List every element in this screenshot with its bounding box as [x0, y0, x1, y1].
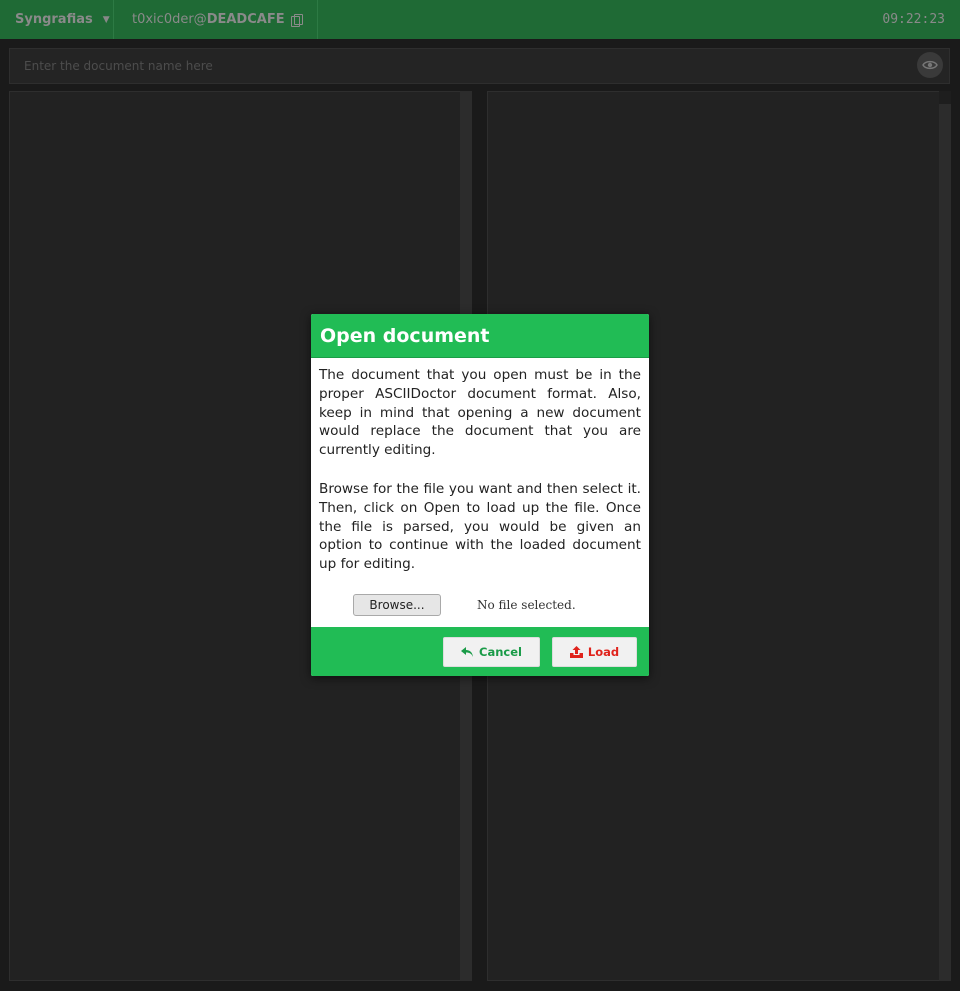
instructions-format: The document that you open must be in th…: [319, 367, 641, 459]
dialog-title: Open document: [311, 314, 649, 358]
load-button[interactable]: Load: [552, 637, 637, 667]
username: t0xic0der@: [132, 12, 207, 27]
undo-icon: [461, 646, 474, 657]
file-input: Browse... No file selected.: [319, 592, 641, 618]
cancel-button[interactable]: Cancel: [443, 637, 540, 667]
open-document-dialog: Open document The document that you open…: [311, 314, 649, 676]
preview-scrollbar[interactable]: [939, 104, 951, 981]
document-name-input[interactable]: [10, 49, 900, 83]
top-navbar: Syngrafias ▼ t0xic0der@ DEADCAFE 09:22:23: [0, 0, 960, 39]
preview-scrollbar-cap: [939, 91, 951, 104]
eye-icon: [922, 60, 938, 70]
app-menu[interactable]: Syngrafias ▼: [0, 0, 114, 39]
chevron-down-icon: ▼: [102, 14, 110, 25]
upload-icon: [569, 646, 583, 658]
copy-icon[interactable]: [290, 13, 303, 27]
load-label: Load: [587, 645, 620, 659]
preview-toggle-button[interactable]: [917, 52, 943, 78]
instructions-browse: Browse for the file you want and then se…: [319, 480, 641, 573]
document-title-bar: [9, 48, 950, 84]
hostname: DEADCAFE: [206, 12, 285, 27]
dialog-footer: Cancel Load: [311, 627, 649, 676]
app-name: Syngrafias: [15, 12, 93, 27]
user-identity[interactable]: t0xic0der@ DEADCAFE: [114, 0, 318, 39]
file-status: No file selected.: [477, 597, 576, 612]
clock: 09:22:23: [882, 12, 945, 27]
cancel-label: Cancel: [479, 645, 522, 659]
dialog-body: The document that you open must be in th…: [311, 358, 649, 618]
browse-button[interactable]: Browse...: [353, 593, 441, 616]
